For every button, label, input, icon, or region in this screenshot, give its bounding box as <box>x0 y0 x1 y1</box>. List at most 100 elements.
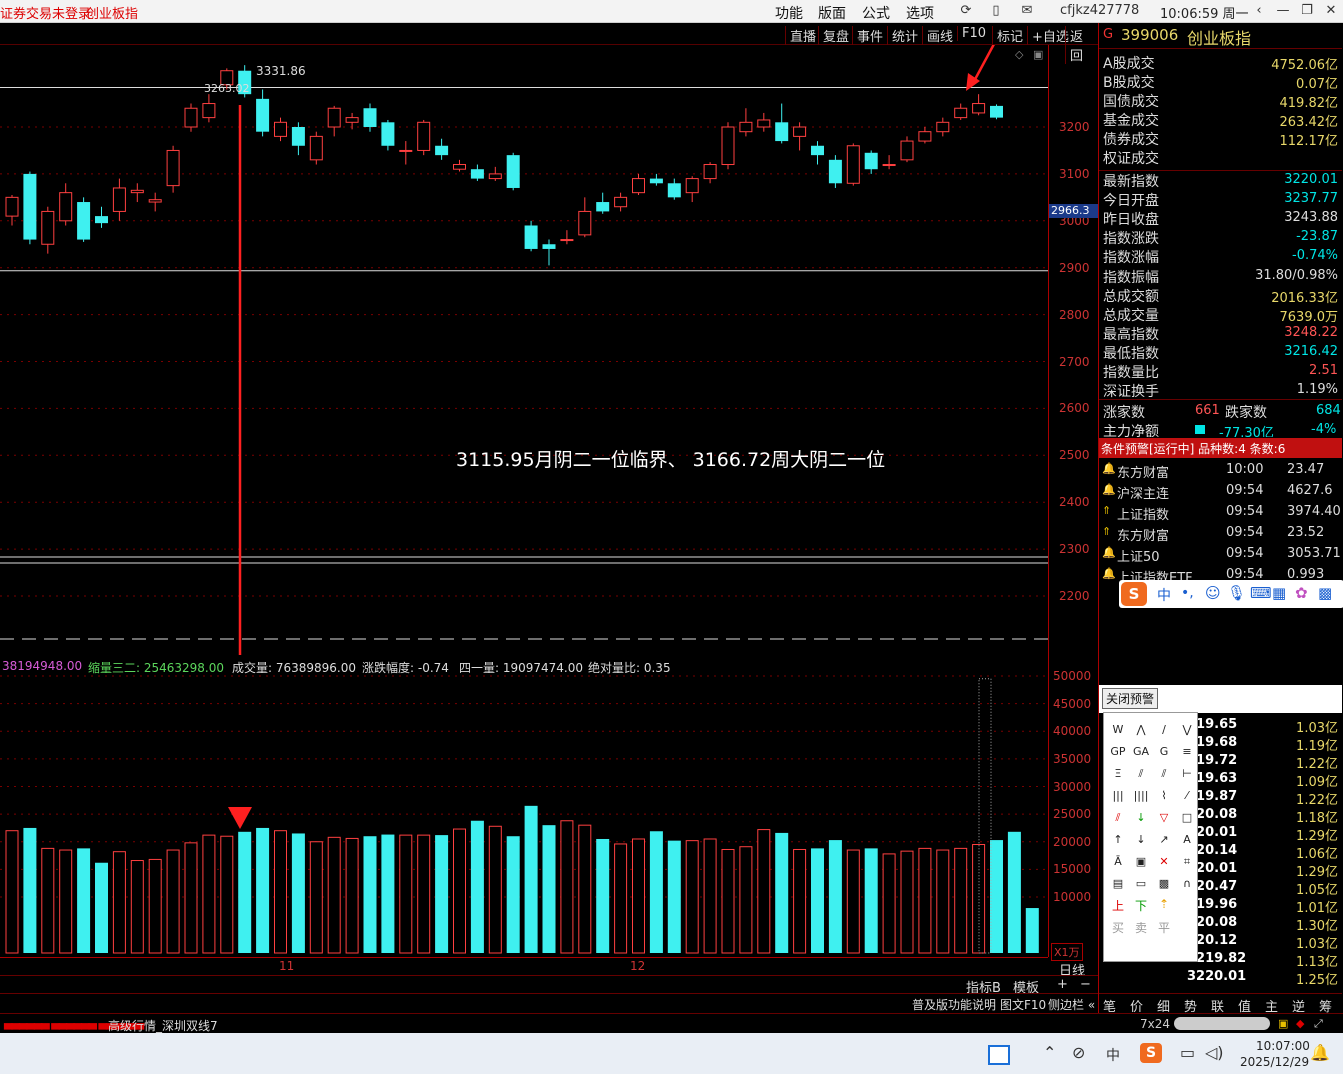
volume-icon[interactable]: ◁) <box>1205 1043 1224 1062</box>
draw-tool-icon[interactable]: ⋀ <box>1131 721 1151 739</box>
diamond-icon[interactable]: ◇ <box>1015 48 1023 61</box>
menu-formula[interactable]: 公式 <box>862 3 890 23</box>
volume-panel[interactable]: 38194948.00 缩量三二: 25463298.00 成交量: 76389… <box>0 657 1048 957</box>
volume-bar <box>381 834 395 953</box>
draw-tool-icon[interactable]: ↓ <box>1131 831 1151 849</box>
back-icon[interactable]: ‹ <box>1250 2 1268 20</box>
restore-icon[interactable]: ❐ <box>1298 2 1316 20</box>
draw-tool-icon[interactable]: ↓ <box>1131 809 1151 827</box>
draw-tool-icon[interactable]: ▤ <box>1108 875 1128 893</box>
menu-function[interactable]: 功能 <box>775 3 803 23</box>
menu-options[interactable]: 选项 <box>906 3 934 23</box>
punct-icon[interactable]: •, <box>1181 585 1194 601</box>
draw-tool-icon[interactable]: ⌇ <box>1154 787 1174 805</box>
draw-tool-icon[interactable]: ↗ <box>1154 831 1174 849</box>
expand-icon[interactable]: ⤢ <box>1314 1017 1323 1031</box>
draw-tool-icon[interactable]: ≡ <box>1177 743 1197 761</box>
draw-tool-icon[interactable]: ⫽ <box>1154 765 1174 783</box>
volume-bar <box>202 834 216 954</box>
draw-tool-text[interactable]: 平 <box>1154 919 1174 937</box>
btn-events[interactable]: 事件 <box>852 26 887 45</box>
draw-tool-icon[interactable]: ∕ <box>1154 721 1174 739</box>
alert-row[interactable]: ⇑ 上证指数 09:54 3974.40 <box>1099 502 1342 523</box>
alert-row[interactable]: 🔔 沪深主连 09:54 4627.6 <box>1099 481 1342 502</box>
close-alerts-button[interactable]: 关闭预警 <box>1102 688 1159 709</box>
draw-tool-icon[interactable]: ||| <box>1108 787 1128 805</box>
close-icon[interactable]: ✕ <box>1322 2 1340 20</box>
display-icon[interactable]: ▭ <box>1180 1043 1195 1062</box>
sogou-icon[interactable]: S <box>1121 582 1147 606</box>
alert-value: 4627.6 <box>1287 483 1333 498</box>
flag-icon[interactable]: ◆ <box>1296 1017 1304 1030</box>
network-icon[interactable]: ⊘ <box>1072 1043 1085 1062</box>
draw-tool-text[interactable]: 买 <box>1108 919 1128 937</box>
draw-tool-icon[interactable]: ▩ <box>1154 875 1174 893</box>
alert-list: 🔔 东方财富 10:00 23.47 🔔 沪深主连 09:54 4627.6 ⇑ 上证指数 09:5… <box>1099 460 1342 580</box>
search-box[interactable] <box>1174 1017 1270 1030</box>
btn-live[interactable]: 直播 <box>785 26 820 45</box>
draw-tool-icon[interactable]: ✕ <box>1154 853 1174 871</box>
chevron-up-icon[interactable]: ⌃ <box>1043 1043 1056 1062</box>
draw-tool-icon[interactable]: ↑ <box>1108 831 1128 849</box>
btn-replay[interactable]: 复盘 <box>818 26 853 45</box>
ime-mode[interactable]: 中 <box>1157 585 1171 605</box>
alert-row[interactable]: 🔔 上证指数ETF 09:54 0.993 <box>1099 565 1342 580</box>
link-sidebar[interactable]: 侧边栏 « <box>1048 996 1095 1013</box>
btn-draw[interactable]: 画线 <box>922 26 957 45</box>
draw-tool-icon[interactable]: GP <box>1108 743 1128 761</box>
apps-icon[interactable]: ▩ <box>1318 584 1332 602</box>
draw-tool-icon[interactable]: ⌗ <box>1177 853 1197 871</box>
keyboard-icon[interactable]: ⌨ <box>1250 584 1272 602</box>
draw-tool-icon[interactable]: A <box>1177 831 1197 849</box>
draw-tool-icon[interactable]: ▭ <box>1131 875 1151 893</box>
btn-stats[interactable]: 统计 <box>887 26 922 45</box>
draw-tool-icon[interactable]: ⊢ <box>1177 765 1197 783</box>
draw-tool-icon[interactable]: ⁄ <box>1177 787 1197 805</box>
link-help[interactable]: 普及版功能说明 <box>912 996 996 1013</box>
ime-toolbar[interactable]: S 中 •, ☺ 🎙 ⌨ ▦ ✿ ▩ <box>1119 580 1343 608</box>
draw-tool-icon[interactable]: G <box>1154 743 1174 761</box>
sogou-tray-icon[interactable]: S <box>1140 1043 1162 1063</box>
minimize-icon[interactable]: — <box>1274 2 1292 20</box>
draw-tool-text[interactable]: 下 <box>1131 897 1151 915</box>
draw-tool-text[interactable]: 上 <box>1108 897 1128 915</box>
arrow-head-bottom <box>228 807 252 829</box>
draw-tool-icon[interactable]: ⫽ <box>1108 809 1128 827</box>
notification-icon[interactable]: 🔔 <box>1310 1043 1330 1062</box>
draw-tool-icon[interactable]: Ā <box>1108 853 1128 871</box>
flag-tool-icon[interactable]: ⇡ <box>1154 897 1174 915</box>
draw-tool-icon[interactable]: W <box>1108 721 1128 739</box>
menu-layout[interactable]: 版面 <box>818 3 846 23</box>
grid-icon[interactable]: ▦ <box>1272 584 1286 602</box>
candlestick-chart[interactable]: ◇ ▣ 3331.86 3263.02 3115.95月阴二一位临界、 3166… <box>0 4 1048 820</box>
draw-tool-icon[interactable]: ∩ <box>1177 875 1197 893</box>
lock-icon[interactable]: ▣ <box>1278 1017 1288 1030</box>
draw-tool-icon[interactable]: ⋁ <box>1177 721 1197 739</box>
draw-tool-icon[interactable]: Ξ <box>1108 765 1128 783</box>
phone-icon[interactable]: ▯ <box>987 2 1005 20</box>
draw-tool-text[interactable]: 卖 <box>1131 919 1151 937</box>
link-f10[interactable]: 图文F10 <box>1000 996 1046 1013</box>
draw-tool-icon[interactable]: |||| <box>1131 787 1151 805</box>
refresh-icon[interactable]: ⟳ <box>957 2 975 20</box>
draw-tool-icon[interactable]: ▽ <box>1154 809 1174 827</box>
mail-icon[interactable]: ✉ <box>1018 2 1036 20</box>
draw-tool-icon[interactable]: ⫽ <box>1131 765 1151 783</box>
ime-indicator[interactable]: 中 <box>1106 1045 1120 1065</box>
btn-f10[interactable]: F10 <box>957 26 990 41</box>
draw-tool-icon[interactable]: □ <box>1177 809 1197 827</box>
tab-remove[interactable]: − <box>1080 977 1091 992</box>
emoji-icon[interactable]: ☺ <box>1205 584 1221 602</box>
panel-icon[interactable]: ▣ <box>1033 48 1043 61</box>
mic-icon[interactable]: 🎙 <box>1227 584 1246 602</box>
app-window-icon[interactable] <box>988 1045 1010 1065</box>
skin-icon[interactable]: ✿ <box>1295 584 1308 602</box>
tab-add[interactable]: + <box>1057 977 1068 992</box>
alert-row[interactable]: ⇑ 东方财富 09:54 23.52 <box>1099 523 1342 544</box>
btn-mark[interactable]: 标记 <box>992 26 1027 45</box>
os-taskbar: ⌃ ⊘ 中 S ▭ ◁) 10:07:00 2025/12/29 🔔 <box>0 1033 1343 1074</box>
draw-tool-icon[interactable]: GA <box>1131 743 1151 761</box>
alert-row[interactable]: 🔔 上证50 09:54 3053.71 <box>1099 544 1342 565</box>
alert-row[interactable]: 🔔 东方财富 10:00 23.47 <box>1099 460 1342 481</box>
draw-tool-icon[interactable]: ▣ <box>1131 853 1151 871</box>
